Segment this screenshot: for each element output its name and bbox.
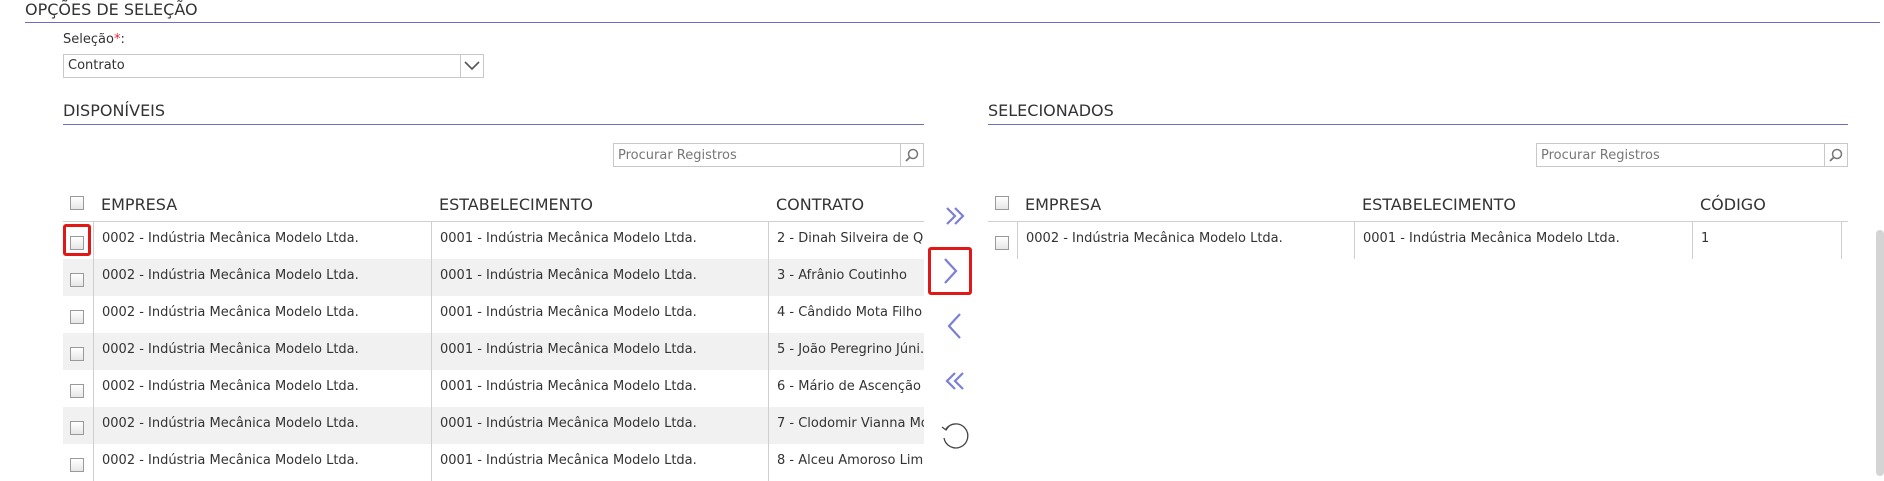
table-row[interactable]: 0002 - Indústria Mecânica Modelo Ltda. 0… [63,296,924,333]
section-title: OPÇÕES DE SELEÇÃO [25,0,1880,23]
cell-contrato: 2 - Dinah Silveira de Qu... [768,222,924,259]
column-header-estabelecimento[interactable]: ESTABELECIMENTO [1362,185,1516,221]
vertical-scrollbar[interactable] [1876,230,1884,476]
table-row[interactable]: 0002 - Indústria Mecânica Modelo Ltda. 0… [63,259,924,296]
selected-search[interactable] [1536,143,1848,167]
cell-empresa: 0002 - Indústria Mecânica Modelo Ltda. [93,370,431,407]
column-header-empresa[interactable]: EMPRESA [101,185,177,221]
column-header-codigo[interactable]: CÓDIGO [1700,185,1766,221]
selection-label: Seleção*: [63,32,125,47]
row-checkbox[interactable] [70,347,84,361]
selected-search-input[interactable] [1537,144,1823,166]
row-checkbox[interactable] [70,384,84,398]
cell-estabelecimento: 0001 - Indústria Mecânica Modelo Ltda. [431,259,768,296]
selected-panel-title: SELECIONADOS [988,101,1848,125]
cell-estabelecimento: 0001 - Indústria Mecânica Modelo Ltda. [431,370,768,407]
move-left-icon[interactable] [935,306,975,346]
chevron-down-icon[interactable] [460,55,483,77]
cell-contrato: 7 - Clodomir Vianna Mo... [768,407,924,444]
cell-empresa: 0002 - Indústria Mecânica Modelo Ltda. [93,407,431,444]
table-row[interactable]: 0002 - Indústria Mecânica Modelo Ltda. 0… [63,407,924,444]
cell-contrato: 3 - Afrânio Coutinho [768,259,924,296]
cell-estabelecimento: 0001 - Indústria Mecânica Modelo Ltda. [431,222,768,259]
search-icon[interactable] [1824,144,1847,166]
table-row[interactable]: 0002 - Indústria Mecânica Modelo Ltda. 0… [63,333,924,370]
column-header-empresa[interactable]: EMPRESA [1025,185,1101,221]
row-checkbox[interactable] [70,458,84,472]
selection-dropdown[interactable]: Contrato [63,54,484,78]
cell-estabelecimento: 0001 - Indústria Mecânica Modelo Ltda. [1354,222,1692,259]
cell-contrato: 5 - João Peregrino Júni... [768,333,924,370]
selected-grid: EMPRESA ESTABELECIMENTO CÓDIGO 0002 - In… [988,185,1848,476]
cell-estabelecimento: 0001 - Indústria Mecânica Modelo Ltda. [431,296,768,333]
row-checkbox[interactable] [995,236,1009,250]
cell-estabelecimento: 0001 - Indústria Mecânica Modelo Ltda. [431,333,768,370]
cell-empresa: 0002 - Indústria Mecânica Modelo Ltda. [93,296,431,333]
cell-contrato: 8 - Alceu Amoroso Lima... [768,444,924,481]
select-all-checkbox[interactable] [995,196,1009,210]
row-checkbox[interactable] [70,310,84,324]
select-all-checkbox[interactable] [70,196,84,210]
cell-empresa: 0002 - Indústria Mecânica Modelo Ltda. [1017,222,1354,259]
search-icon[interactable] [900,144,923,166]
cell-empresa: 0002 - Indústria Mecânica Modelo Ltda. [93,259,431,296]
available-search-input[interactable] [614,144,899,166]
available-search[interactable] [613,143,924,167]
cell-estabelecimento: 0001 - Indústria Mecânica Modelo Ltda. [431,444,768,481]
reset-icon[interactable] [935,416,975,456]
table-row[interactable]: 0002 - Indústria Mecânica Modelo Ltda. 0… [988,222,1848,259]
cell-empresa: 0002 - Indústria Mecânica Modelo Ltda. [93,222,431,259]
move-all-left-icon[interactable] [935,361,975,401]
row-checkbox[interactable] [70,273,84,287]
move-all-right-icon[interactable] [935,196,975,236]
column-header-estabelecimento[interactable]: ESTABELECIMENTO [439,185,593,221]
column-header-contrato[interactable]: CONTRATO [776,185,864,221]
cell-estabelecimento: 0001 - Indústria Mecânica Modelo Ltda. [431,407,768,444]
cell-codigo: 1 [1692,222,1842,259]
table-row[interactable]: 0002 - Indústria Mecânica Modelo Ltda. 0… [63,222,924,259]
selection-value: Contrato [68,58,125,73]
cell-empresa: 0002 - Indústria Mecânica Modelo Ltda. [93,444,431,481]
cell-empresa: 0002 - Indústria Mecânica Modelo Ltda. [93,333,431,370]
cell-contrato: 4 - Cândido Mota Filho [768,296,924,333]
available-grid-header: EMPRESA ESTABELECIMENTO CONTRATO [63,185,924,222]
table-row[interactable]: 0002 - Indústria Mecânica Modelo Ltda. 0… [63,444,924,481]
selected-grid-header: EMPRESA ESTABELECIMENTO CÓDIGO [988,185,1848,222]
move-right-icon[interactable] [928,247,972,295]
row-checkbox[interactable] [70,421,84,435]
available-panel-title: DISPONÍVEIS [63,101,924,125]
table-row[interactable]: 0002 - Indústria Mecânica Modelo Ltda. 0… [63,370,924,407]
cell-contrato: 6 - Mário de Ascenção ... [768,370,924,407]
row-checkbox-highlight [63,224,91,256]
available-grid: EMPRESA ESTABELECIMENTO CONTRATO 0002 - … [63,185,924,481]
